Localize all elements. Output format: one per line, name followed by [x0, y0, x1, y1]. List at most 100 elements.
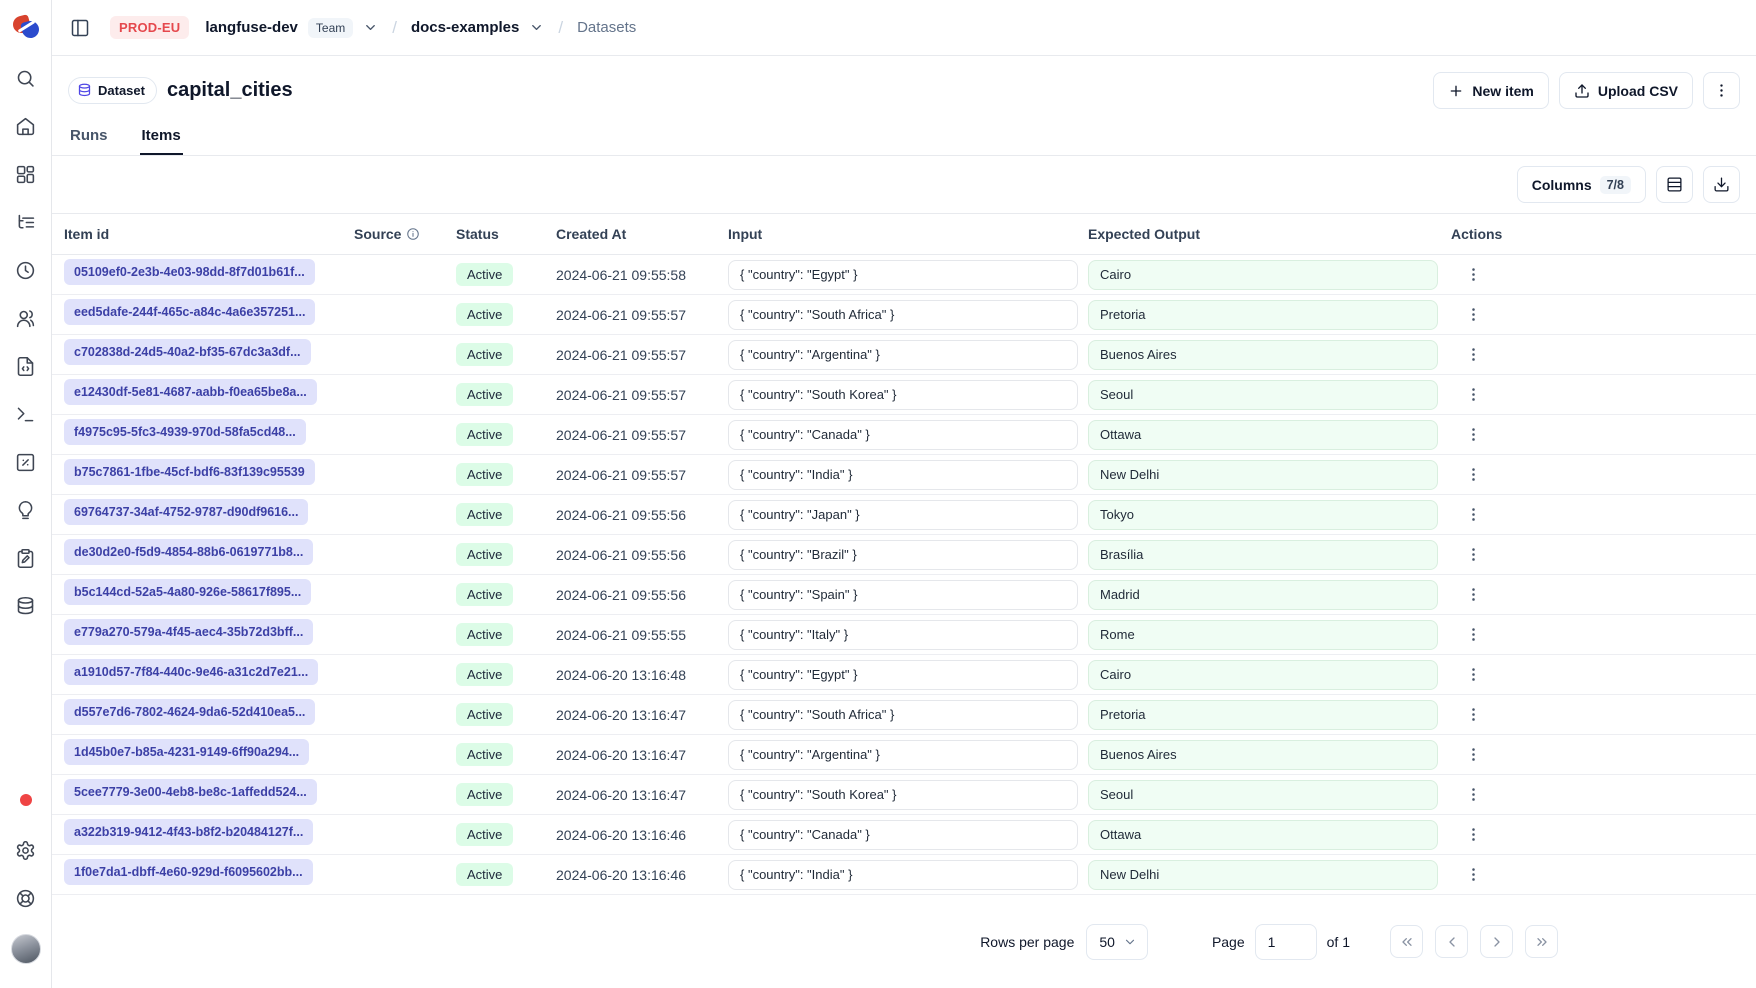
column-header-source[interactable]: Source: [354, 226, 456, 242]
settings-gear-icon[interactable]: [14, 838, 38, 862]
tab-items[interactable]: Items: [140, 121, 183, 155]
input-cell[interactable]: { "country": "India" }: [728, 460, 1078, 490]
previous-page-button[interactable]: [1435, 925, 1468, 958]
expected-output-cell[interactable]: Ottawa: [1088, 420, 1438, 450]
row-actions-button[interactable]: [1459, 541, 1487, 569]
input-cell[interactable]: { "country": "South Africa" }: [728, 700, 1078, 730]
sidebar-toggle-icon[interactable]: [66, 14, 94, 42]
input-cell[interactable]: { "country": "Brazil" }: [728, 540, 1078, 570]
expected-output-cell[interactable]: Seoul: [1088, 780, 1438, 810]
expected-output-cell[interactable]: Tokyo: [1088, 500, 1438, 530]
users-icon[interactable]: [14, 306, 38, 330]
column-header-expected-output[interactable]: Expected Output: [1088, 226, 1451, 242]
item-id-link[interactable]: 05109ef0-2e3b-4e03-98dd-8f7d01b61f...: [64, 259, 315, 285]
item-id-link[interactable]: 1f0e7da1-dbff-4e60-929d-f6095602bb...: [64, 859, 313, 885]
expected-output-cell[interactable]: Pretoria: [1088, 300, 1438, 330]
item-id-link[interactable]: 69764737-34af-4752-9787-d90df9616...: [64, 499, 308, 525]
input-cell[interactable]: { "country": "South Korea" }: [728, 380, 1078, 410]
first-page-button[interactable]: [1390, 925, 1423, 958]
recording-status-dot[interactable]: [20, 794, 32, 806]
project-name[interactable]: docs-examples: [411, 19, 519, 36]
row-actions-button[interactable]: [1459, 501, 1487, 529]
item-id-link[interactable]: 1d45b0e7-b85a-4231-9149-6ff90a294...: [64, 739, 309, 765]
row-actions-button[interactable]: [1459, 341, 1487, 369]
column-header-created-at[interactable]: Created At: [556, 226, 728, 242]
item-id-link[interactable]: a1910d57-7f84-440c-9e46-a31c2d7e21...: [64, 659, 318, 685]
support-lifebuoy-icon[interactable]: [14, 886, 38, 910]
row-actions-button[interactable]: [1459, 781, 1487, 809]
upload-csv-button[interactable]: Upload CSV: [1559, 72, 1693, 109]
annotation-lightbulb-icon[interactable]: [14, 498, 38, 522]
input-cell[interactable]: { "country": "South Africa" }: [728, 300, 1078, 330]
org-name[interactable]: langfuse-dev: [205, 19, 298, 36]
item-id-link[interactable]: eed5dafe-244f-465c-a84c-4a6e357251...: [64, 299, 315, 325]
row-actions-button[interactable]: [1459, 701, 1487, 729]
row-actions-button[interactable]: [1459, 741, 1487, 769]
row-actions-button[interactable]: [1459, 821, 1487, 849]
new-item-button[interactable]: New item: [1433, 72, 1548, 109]
column-header-status[interactable]: Status: [456, 226, 556, 242]
home-icon[interactable]: [14, 114, 38, 138]
expected-output-cell[interactable]: Cairo: [1088, 660, 1438, 690]
input-cell[interactable]: { "country": "Canada" }: [728, 820, 1078, 850]
input-cell[interactable]: { "country": "Egypt" }: [728, 660, 1078, 690]
tab-runs[interactable]: Runs: [68, 121, 110, 155]
column-header-item-id[interactable]: Item id: [64, 226, 354, 242]
item-id-link[interactable]: c702838d-24d5-40a2-bf35-67dc3a3df...: [64, 339, 311, 365]
expected-output-cell[interactable]: Cairo: [1088, 260, 1438, 290]
rows-per-page-select[interactable]: 50: [1086, 924, 1148, 960]
search-icon[interactable]: [14, 66, 38, 90]
item-id-link[interactable]: f4975c95-5fc3-4939-970d-58fa5cd48...: [64, 419, 306, 445]
expected-output-cell[interactable]: New Delhi: [1088, 460, 1438, 490]
langfuse-logo-icon[interactable]: [13, 14, 39, 40]
row-actions-button[interactable]: [1459, 861, 1487, 889]
item-id-link[interactable]: e12430df-5e81-4687-aabb-f0ea65be8a...: [64, 379, 317, 405]
item-id-link[interactable]: 5cee7779-3e00-4eb8-be8c-1affedd524...: [64, 779, 317, 805]
input-cell[interactable]: { "country": "India" }: [728, 860, 1078, 890]
last-page-button[interactable]: [1525, 925, 1558, 958]
row-actions-button[interactable]: [1459, 381, 1487, 409]
page-number-input[interactable]: [1255, 924, 1317, 960]
input-cell[interactable]: { "country": "Spain" }: [728, 580, 1078, 610]
item-id-link[interactable]: e779a270-579a-4f45-aec4-35b72d3bff...: [64, 619, 313, 645]
row-actions-button[interactable]: [1459, 621, 1487, 649]
expected-output-cell[interactable]: Pretoria: [1088, 700, 1438, 730]
row-actions-button[interactable]: [1459, 581, 1487, 609]
input-cell[interactable]: { "country": "Canada" }: [728, 420, 1078, 450]
org-type-badge[interactable]: Team: [308, 18, 353, 38]
page-more-actions-button[interactable]: [1703, 72, 1740, 109]
playground-terminal-icon[interactable]: [14, 402, 38, 426]
input-cell[interactable]: { "country": "South Korea" }: [728, 780, 1078, 810]
annotation-queues-clipboard-icon[interactable]: [14, 546, 38, 570]
input-cell[interactable]: { "country": "Egypt" }: [728, 260, 1078, 290]
input-cell[interactable]: { "country": "Argentina" }: [728, 740, 1078, 770]
next-page-button[interactable]: [1480, 925, 1513, 958]
prompts-file-code-icon[interactable]: [14, 354, 38, 378]
column-header-input[interactable]: Input: [728, 226, 1088, 242]
input-cell[interactable]: { "country": "Japan" }: [728, 500, 1078, 530]
item-id-link[interactable]: b75c7861-1fbe-45cf-bdf6-83f139c95539: [64, 459, 315, 485]
columns-button[interactable]: Columns 7/8: [1517, 166, 1646, 203]
row-height-button[interactable]: [1656, 166, 1693, 203]
input-cell[interactable]: { "country": "Italy" }: [728, 620, 1078, 650]
expected-output-cell[interactable]: Madrid: [1088, 580, 1438, 610]
project-chevron-down-icon[interactable]: [529, 20, 544, 35]
item-id-link[interactable]: a322b319-9412-4f43-b8f2-b20484127f...: [64, 819, 313, 845]
row-actions-button[interactable]: [1459, 261, 1487, 289]
item-id-link[interactable]: d557e7d6-7802-4624-9da6-52d410ea5...: [64, 699, 315, 725]
expected-output-cell[interactable]: Buenos Aires: [1088, 340, 1438, 370]
dashboard-grid-icon[interactable]: [14, 162, 38, 186]
user-avatar[interactable]: [11, 934, 41, 964]
expected-output-cell[interactable]: Rome: [1088, 620, 1438, 650]
breadcrumb-section[interactable]: Datasets: [577, 19, 636, 36]
expected-output-cell[interactable]: Buenos Aires: [1088, 740, 1438, 770]
row-actions-button[interactable]: [1459, 461, 1487, 489]
datasets-database-icon[interactable]: [14, 594, 38, 618]
input-cell[interactable]: { "country": "Argentina" }: [728, 340, 1078, 370]
row-actions-button[interactable]: [1459, 421, 1487, 449]
item-id-link[interactable]: b5c144cd-52a5-4a80-926e-58617f895...: [64, 579, 311, 605]
expected-output-cell[interactable]: Brasília: [1088, 540, 1438, 570]
org-chevron-down-icon[interactable]: [363, 20, 378, 35]
expected-output-cell[interactable]: Ottawa: [1088, 820, 1438, 850]
tracing-tree-icon[interactable]: [14, 210, 38, 234]
